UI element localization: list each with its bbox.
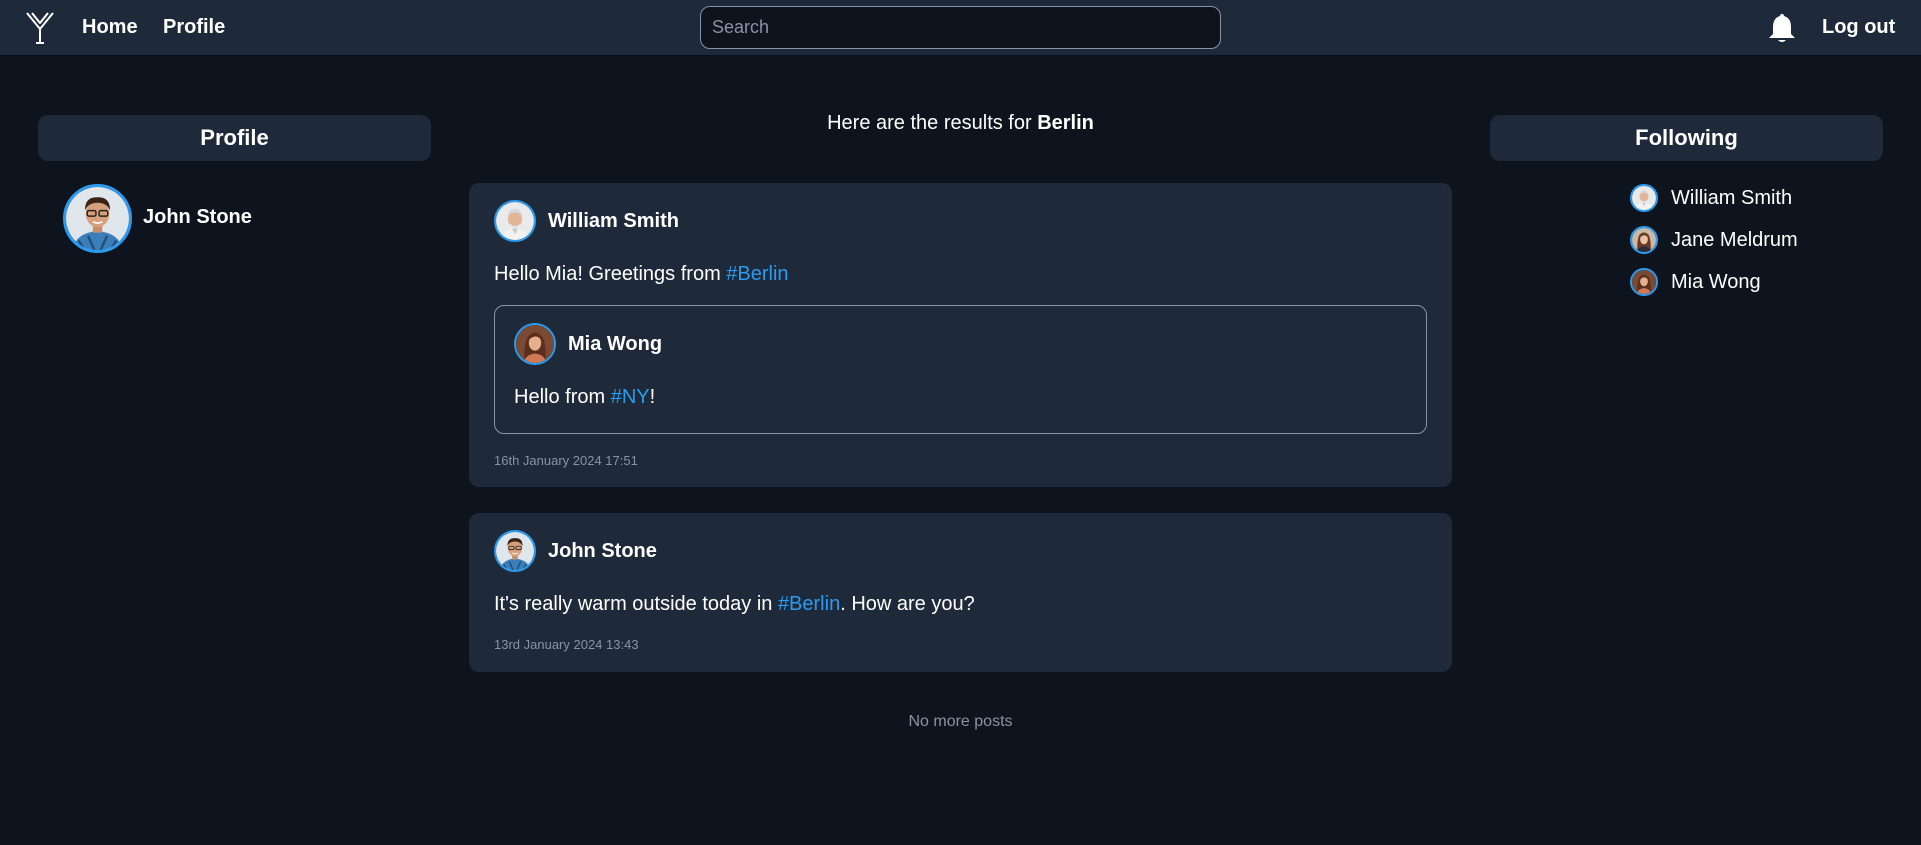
quoted-author-name: Mia Wong — [568, 332, 663, 355]
post-timestamp: 16th January 2024 17:51 — [494, 453, 638, 468]
quoted-post[interactable]: Mia Wong Hello from #NY! — [494, 305, 1427, 434]
quoted-post-text: Hello from #NY! — [514, 385, 655, 409]
top-navigation-bar: Home Profile Log out — [0, 0, 1921, 56]
avatar — [1630, 268, 1658, 296]
avatar — [1630, 226, 1658, 254]
post-card[interactable]: John Stone It's really warm outside toda… — [469, 513, 1452, 672]
post-author[interactable]: William Smith — [494, 200, 679, 242]
following-list: William Smith Jane Meldrum Mia Wong — [1630, 184, 1798, 310]
following-item[interactable]: Mia Wong — [1630, 268, 1798, 296]
quoted-text-tail: ! — [649, 386, 656, 408]
post-author[interactable]: John Stone — [494, 530, 657, 572]
results-query: Berlin — [1037, 112, 1094, 134]
quoted-post-author[interactable]: Mia Wong — [514, 323, 662, 365]
hashtag-link[interactable]: #NY — [611, 386, 650, 408]
results-heading: Here are the results for Berlin — [469, 112, 1452, 135]
avatar — [494, 200, 536, 242]
following-item[interactable]: Jane Meldrum — [1630, 226, 1798, 254]
avatar — [1630, 184, 1658, 212]
bell-icon[interactable] — [1767, 12, 1797, 44]
post-author-name: William Smith — [548, 209, 679, 232]
following-user-name: Jane Meldrum — [1671, 228, 1798, 251]
end-of-feed-message: No more posts — [908, 713, 1013, 730]
y-logo-icon[interactable] — [25, 11, 55, 45]
post-text-body: It's really warm outside today in — [494, 593, 778, 615]
following-item[interactable]: William Smith — [1630, 184, 1798, 212]
post-timestamp: 13rd January 2024 13:43 — [494, 637, 639, 652]
avatar — [63, 184, 132, 253]
post-text-tail: . How are you? — [840, 593, 975, 615]
following-user-name: Mia Wong — [1671, 270, 1761, 293]
hashtag-link[interactable]: #Berlin — [778, 593, 840, 615]
search-input[interactable] — [700, 6, 1221, 49]
nav-profile-link[interactable]: Profile — [163, 15, 225, 39]
current-user-card[interactable]: John Stone — [63, 184, 252, 253]
post-text: It's really warm outside today in #Berli… — [494, 592, 975, 616]
results-prefix: Here are the results for — [827, 112, 1038, 134]
quoted-text-body: Hello from — [514, 386, 611, 408]
post-author-name: John Stone — [548, 539, 657, 562]
avatar — [514, 323, 556, 365]
profile-panel-title: Profile — [38, 115, 431, 161]
post-text-body: Hello Mia! Greetings from — [494, 263, 727, 285]
current-user-name: John Stone — [143, 206, 252, 228]
following-user-name: William Smith — [1671, 186, 1793, 209]
avatar — [494, 530, 536, 572]
following-panel-title: Following — [1490, 115, 1883, 161]
nav-home-link[interactable]: Home — [82, 15, 138, 39]
hashtag-link[interactable]: #Berlin — [726, 263, 788, 285]
post-text: Hello Mia! Greetings from #Berlin — [494, 262, 789, 286]
post-card[interactable]: William Smith Hello Mia! Greetings from … — [469, 183, 1452, 487]
logout-button[interactable]: Log out — [1822, 15, 1895, 39]
